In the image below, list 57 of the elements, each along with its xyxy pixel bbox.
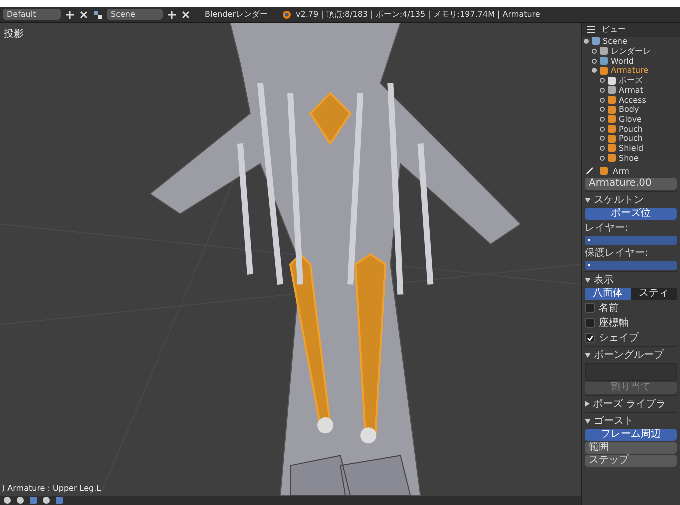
panel-header[interactable]: ポーズ ライブラ bbox=[585, 397, 677, 411]
outliner-item[interactable]: Shield bbox=[582, 144, 680, 154]
checkbox-label: 名前 bbox=[599, 302, 619, 315]
datablock-field[interactable]: Armature.00 bbox=[585, 178, 677, 190]
panel-header[interactable]: 表示 bbox=[585, 273, 677, 287]
disclosure-icon[interactable] bbox=[585, 198, 591, 202]
disclosure-icon[interactable] bbox=[585, 352, 591, 358]
outliner-item[interactable]: Glove bbox=[582, 114, 680, 124]
field-label: レイヤー: bbox=[585, 222, 630, 235]
disclosure-icon[interactable] bbox=[585, 418, 591, 424]
add-icon[interactable] bbox=[65, 10, 75, 20]
scene-field[interactable]: Scene bbox=[107, 9, 163, 20]
outliner-item[interactable]: ポーズ bbox=[582, 76, 680, 86]
checkbox-label: シェイプ bbox=[599, 332, 639, 345]
outliner-item[interactable]: Armat bbox=[582, 86, 680, 96]
number-field[interactable]: 範囲 bbox=[585, 442, 677, 454]
disclosure-icon[interactable] bbox=[585, 401, 590, 407]
display-tab[interactable]: スティ bbox=[631, 288, 677, 300]
view-label: 投影 bbox=[4, 28, 24, 41]
status-text: v2.79 | 頂点:8/183 | ボーン:4/135 | メモリ:197.74M | Armature bbox=[296, 9, 540, 20]
number-field[interactable]: ステップ bbox=[585, 455, 677, 467]
blender-logo-icon bbox=[282, 10, 292, 20]
panel-title: ポーズ ライブラ bbox=[593, 398, 666, 411]
panel-header[interactable]: ゴースト bbox=[585, 414, 677, 428]
panel-title: スケルトン bbox=[594, 194, 644, 207]
outliner-item[interactable]: レンダーレ bbox=[582, 46, 680, 56]
panel-title: 表示 bbox=[594, 274, 614, 287]
toggle-button[interactable]: ポーズ位 bbox=[585, 208, 677, 220]
outliner-item[interactable]: Shoe bbox=[582, 153, 680, 163]
outliner-item[interactable]: World bbox=[582, 56, 680, 66]
outliner-item[interactable]: Access bbox=[582, 95, 680, 105]
checkbox-label: 座標軸 bbox=[599, 316, 629, 330]
display-tab[interactable]: 八面体 bbox=[585, 288, 631, 300]
outliner-item[interactable]: Scene bbox=[582, 36, 680, 46]
checkbox[interactable] bbox=[585, 333, 595, 343]
add-icon[interactable] bbox=[167, 10, 177, 20]
render-engine-dropdown[interactable]: Blenderレンダー bbox=[195, 9, 278, 20]
panel-header[interactable]: ボーングループ bbox=[585, 348, 677, 362]
layout-field[interactable]: Default bbox=[3, 9, 61, 20]
close-icon[interactable] bbox=[181, 10, 191, 20]
field-label: 保護レイヤー: bbox=[585, 246, 650, 260]
panel-header[interactable]: スケルトン bbox=[585, 193, 677, 207]
outliner-item[interactable]: Pouch bbox=[582, 134, 680, 144]
outliner-item[interactable]: Body bbox=[582, 104, 680, 115]
panel-title: ボーングループ bbox=[594, 348, 664, 362]
context-label: Arm bbox=[613, 166, 630, 176]
list-icon[interactable] bbox=[586, 24, 596, 35]
3d-viewport[interactable]: 投影 ) Armature : Upper Leg.L bbox=[0, 23, 581, 505]
outliner-item[interactable]: Pouch bbox=[582, 124, 680, 134]
checkbox[interactable] bbox=[585, 318, 595, 328]
object-info: ) Armature : Upper Leg.L bbox=[2, 484, 102, 493]
disclosure-icon[interactable] bbox=[585, 278, 591, 282]
checkbox[interactable] bbox=[585, 303, 595, 313]
outliner-item[interactable]: Armature bbox=[582, 66, 680, 76]
toggle-button[interactable]: フレーム周辺 bbox=[585, 429, 677, 441]
panel-title: ゴースト bbox=[594, 415, 634, 428]
close-icon[interactable] bbox=[79, 10, 89, 20]
